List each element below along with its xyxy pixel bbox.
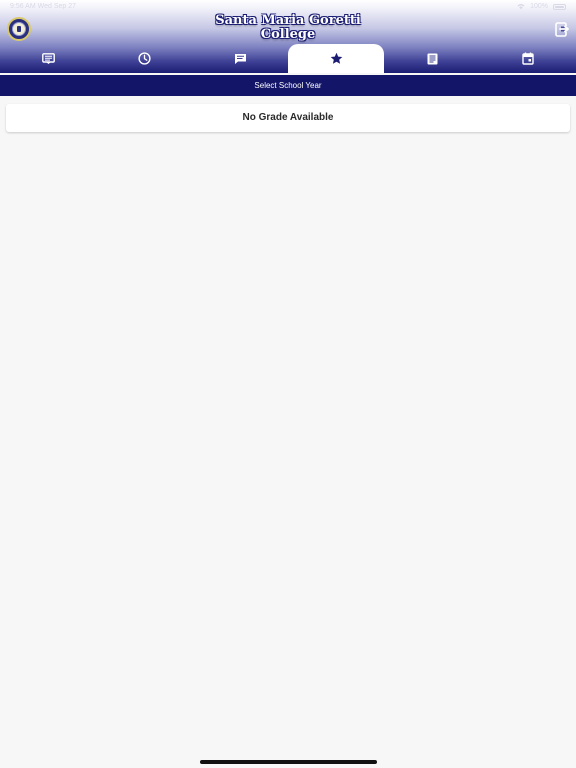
clock-icon xyxy=(137,52,151,65)
star-icon xyxy=(330,52,342,64)
select-school-year-button[interactable]: Select School Year xyxy=(0,75,576,96)
tab-records[interactable] xyxy=(384,44,480,73)
tab-attendance[interactable] xyxy=(96,44,192,73)
title-line-1: Santa Maria Goretti xyxy=(215,13,361,28)
tab-announcements[interactable] xyxy=(0,44,96,73)
list-icon xyxy=(427,53,437,64)
school-title: Santa Maria Goretti College xyxy=(0,14,576,42)
announcement-icon xyxy=(41,53,55,64)
calendar-icon xyxy=(522,52,534,65)
app-screen: 9:56 AM Wed Sep 27 100% Santa Maria Gore… xyxy=(0,0,576,768)
logout-button[interactable] xyxy=(554,21,571,38)
wifi-icon xyxy=(517,4,525,10)
title-line-2: College xyxy=(260,27,316,42)
tab-calendar[interactable] xyxy=(480,44,576,73)
tab-bar xyxy=(0,44,576,73)
message-icon xyxy=(234,53,246,64)
logout-icon xyxy=(555,22,569,37)
home-indicator[interactable] xyxy=(200,760,377,764)
battery-icon xyxy=(553,3,566,10)
app-header: 9:56 AM Wed Sep 27 100% Santa Maria Gore… xyxy=(0,0,576,73)
no-grade-message: No Grade Available xyxy=(242,112,334,123)
status-time-date: 9:56 AM Wed Sep 27 xyxy=(10,3,77,10)
tab-grades[interactable] xyxy=(288,44,384,73)
status-bar: 9:56 AM Wed Sep 27 100% xyxy=(0,0,576,13)
status-indicators: 100% xyxy=(517,0,566,13)
empty-grade-card: No Grade Available xyxy=(6,104,570,132)
battery-percent: 100% xyxy=(530,3,548,10)
tab-messages[interactable] xyxy=(192,44,288,73)
